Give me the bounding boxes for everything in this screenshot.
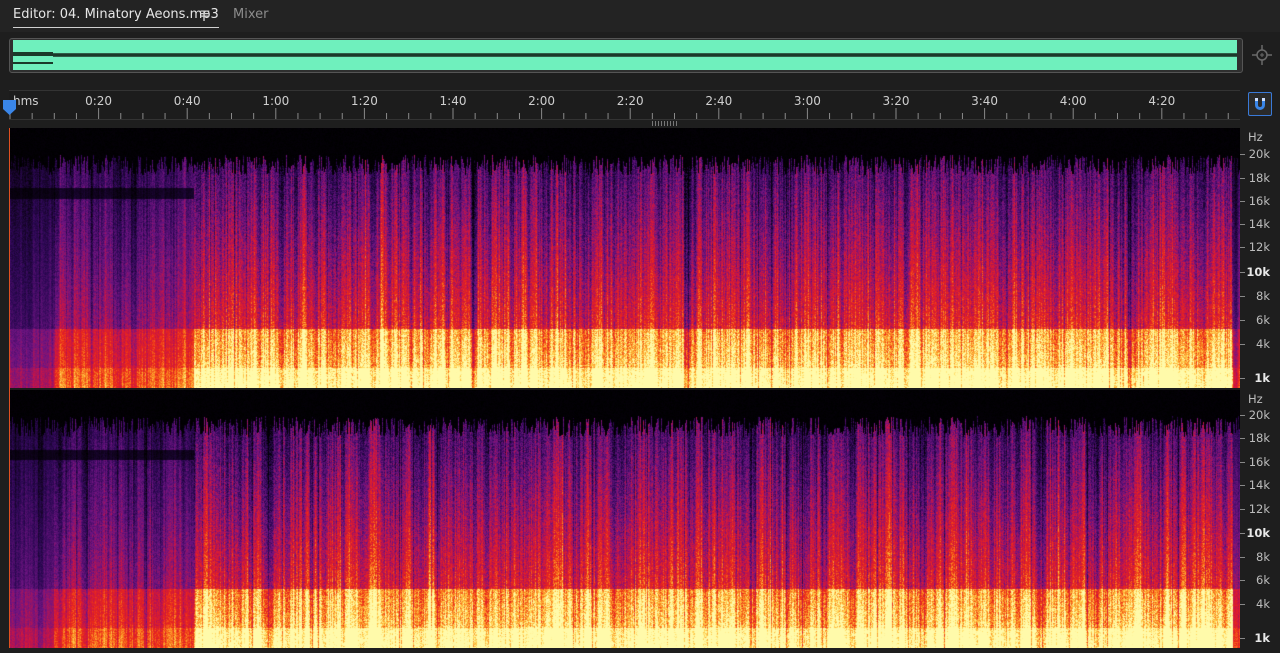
spectrogram-canvas-right [9,390,1240,648]
frequency-tick [1240,438,1245,439]
frequency-tick [1240,320,1245,321]
time-ruler-label: 1:00 [262,94,290,108]
frequency-unit: Hz [1248,392,1263,406]
tab-mixer[interactable]: Mixer [233,6,268,24]
frequency-label: 8k [1256,550,1270,564]
snap-toggle-button[interactable] [1248,92,1272,116]
spectrogram-channel-right[interactable] [9,390,1240,648]
frequency-label: 16k [1248,455,1270,469]
time-ruler-label: 4:20 [1148,94,1176,108]
frequency-tick [1240,154,1245,155]
frequency-label: 10k [1246,526,1270,540]
time-ruler-label: 1:40 [439,94,467,108]
frequency-label: 18k [1248,431,1270,445]
frequency-tick [1240,415,1245,416]
frequency-tick [1240,604,1245,605]
frequency-tick [1240,509,1245,510]
time-ruler-label: 3:00 [793,94,821,108]
frequency-unit: Hz [1248,130,1263,144]
frequency-scale-left[interactable]: Hz 20k 18k 16k 14k 12k 10k 8k 6k 4k 1k [1240,128,1280,388]
time-ruler-unit: hms [13,94,39,108]
time-ruler-label: 2:40 [705,94,733,108]
time-ruler-label: 3:40 [971,94,999,108]
frequency-tick [1240,557,1245,558]
frequency-label: 18k [1248,171,1270,185]
spectrogram-canvas-left [9,128,1240,388]
frequency-tick [1240,533,1245,534]
frequency-tick [1240,272,1245,273]
frequency-tick [1240,378,1245,379]
tab-editor[interactable]: Editor: 04. Minatory Aeons.mp3 [13,6,219,28]
frequency-tick [1240,462,1245,463]
frequency-tick [1240,638,1245,639]
frequency-label: 16k [1248,194,1270,208]
waveform-overview[interactable] [9,38,1243,73]
panel-tab-bar: Editor: 04. Minatory Aeons.mp3 ≡ Mixer [0,0,1280,32]
frequency-label: 1k [1254,631,1270,645]
frequency-tick [1240,178,1245,179]
time-ruler-label: 0:40 [173,94,201,108]
frequency-tick [1240,485,1245,486]
time-ruler-label: 1:20 [350,94,378,108]
time-ruler-label: 3:20 [882,94,910,108]
playhead-marker-icon[interactable] [3,100,16,116]
time-ruler[interactable]: hms 0:20 0:40 1:00 1:20 1:40 2:00 2:20 2:40 3:00… [9,90,1240,120]
frequency-tick [1240,201,1245,202]
frequency-label: 14k [1248,478,1270,492]
spectrogram-channel-left[interactable] [9,128,1240,388]
hamburger-icon[interactable]: ≡ [199,6,211,22]
frequency-label: 6k [1256,573,1270,587]
resize-grip[interactable] [652,121,679,126]
time-ruler-label: 4:00 [1059,94,1087,108]
frequency-tick [1240,580,1245,581]
time-ruler-label: 2:20 [616,94,644,108]
frequency-tick [1240,344,1245,345]
frequency-label: 6k [1256,313,1270,327]
overview-waveform-trace [13,52,1237,64]
time-ruler-label: 2:00 [528,94,556,108]
frequency-label: 20k [1248,408,1270,422]
frequency-label: 10k [1246,265,1270,279]
frequency-label: 4k [1256,597,1270,611]
magnet-snap-icon [1255,98,1265,110]
frequency-label: 1k [1254,371,1270,385]
time-ruler-label: 0:20 [85,94,113,108]
frequency-label: 12k [1248,240,1270,254]
frequency-tick [1240,224,1245,225]
frequency-label: 12k [1248,502,1270,516]
playhead-line [9,128,10,648]
frequency-label: 14k [1248,217,1270,231]
zoom-to-selection-icon[interactable] [1251,44,1273,66]
frequency-label: 20k [1248,147,1270,161]
frequency-label: 4k [1256,337,1270,351]
frequency-tick [1240,296,1245,297]
frequency-label: 8k [1256,289,1270,303]
frequency-tick [1240,247,1245,248]
frequency-scale-right[interactable]: Hz 20k 18k 16k 14k 12k 10k 8k 6k 4k 1k [1240,390,1280,648]
